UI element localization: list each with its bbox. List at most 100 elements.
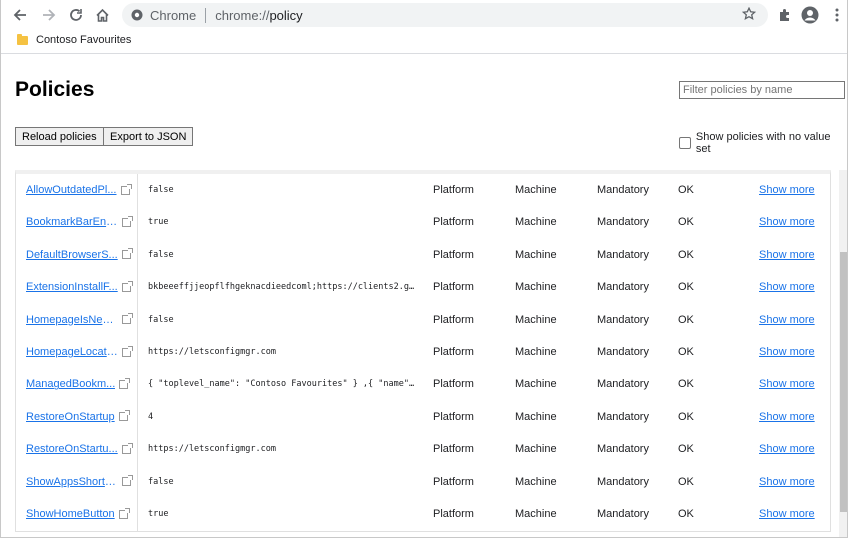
show-more-link[interactable]: Show more — [759, 508, 815, 520]
policy-value: bkbeeeffjjeopflfhgeknacdieedcoml;https:/… — [148, 282, 418, 293]
folder-icon — [17, 33, 28, 45]
policy-value-cell: https://letsconfigmgr.com — [148, 433, 418, 465]
show-no-value-label: Show policies with no value set — [695, 131, 831, 155]
show-more-link[interactable]: Show more — [759, 411, 815, 423]
bookmark-folder-contoso[interactable]: Contoso Favourites — [17, 33, 132, 46]
address-scheme: chrome:// — [215, 7, 270, 23]
bookmark-star-icon[interactable] — [741, 6, 757, 24]
external-link-icon[interactable] — [122, 215, 133, 227]
policy-row: ExtensionInstallF... bkbeeeffjjeopflfhgek… — [16, 271, 830, 303]
show-more-link[interactable]: Show more — [759, 216, 815, 228]
profile-button[interactable] — [799, 4, 821, 26]
policy-name-cell: ShowHomeButton — [26, 498, 138, 530]
policy-source: Platform — [433, 410, 474, 423]
browser-toolbar: Chrome chrome://policy — [1, 0, 847, 30]
policy-name-cell: ShowAppsShortc... — [26, 466, 138, 498]
policy-name-cell: DefaultBrowserS... — [26, 239, 138, 271]
export-json-button[interactable]: Export to JSON — [103, 127, 194, 146]
policy-name-link[interactable]: DefaultBrowserS... — [26, 249, 118, 261]
show-more-link[interactable]: Show more — [759, 314, 815, 326]
scrollbar[interactable] — [839, 170, 847, 537]
show-more-link[interactable]: Show more — [759, 346, 815, 358]
external-link-icon[interactable] — [121, 442, 133, 454]
policy-level: Mandatory — [597, 508, 649, 520]
reload-icon — [70, 9, 82, 21]
policy-level: Mandatory — [597, 281, 649, 294]
policy-status: OK — [678, 410, 694, 423]
policy-name-link[interactable]: RestoreOnStartup — [26, 411, 115, 423]
policy-scope: Machine — [515, 281, 557, 294]
policy-source: Platform — [433, 475, 474, 488]
policy-name-link[interactable]: HomepageLocati... — [26, 346, 118, 358]
forward-button[interactable] — [38, 4, 60, 26]
policy-level: Mandatory — [597, 248, 649, 261]
policy-name-cell: RestoreOnStartu... — [26, 433, 138, 465]
policy-row: HomepageLocati... https://letsconfigmgr.c… — [16, 336, 830, 368]
show-more-link[interactable]: Show more — [759, 443, 815, 455]
external-link-icon[interactable] — [122, 475, 133, 487]
policy-value-cell: 4 — [148, 401, 418, 433]
extensions-button[interactable] — [773, 4, 795, 26]
policy-value-cell: true — [148, 206, 418, 238]
external-link-icon[interactable] — [121, 248, 133, 260]
external-link-icon[interactable] — [120, 183, 132, 195]
reload-button[interactable] — [65, 4, 87, 26]
filter-input[interactable] — [679, 81, 845, 99]
policy-scope: Machine — [515, 475, 557, 488]
policy-row: RestoreOnStartu... https://letsconfigmgr.… — [16, 433, 830, 465]
policy-name-cell: HomepageLocati... — [26, 336, 138, 368]
policy-name-link[interactable]: ShowAppsShortc... — [26, 476, 118, 488]
policy-level: Mandatory — [597, 410, 649, 423]
policy-name-cell: ExtensionInstallF... — [26, 271, 138, 303]
show-more-link[interactable]: Show more — [759, 184, 815, 196]
policy-name-link[interactable]: HomepageIsNew... — [26, 314, 118, 326]
policy-name-link[interactable]: BookmarkBarEna... — [26, 216, 118, 228]
address-chrome-label: Chrome — [150, 7, 197, 23]
show-more-cell: Show more — [759, 433, 829, 465]
show-more-link[interactable]: Show more — [759, 476, 815, 488]
policy-name-link[interactable]: ShowHomeButton — [26, 508, 115, 520]
policy-row: HomepageIsNew... false Platform Machine Mand… — [16, 304, 830, 336]
reload-policies-button[interactable]: Reload policies — [15, 127, 104, 146]
external-link-icon[interactable] — [119, 377, 131, 389]
show-more-link[interactable]: Show more — [759, 378, 815, 390]
forward-arrow-icon — [43, 9, 56, 21]
policy-source: Platform — [433, 443, 474, 456]
policy-level: Mandatory — [597, 216, 649, 229]
external-link-icon[interactable] — [122, 313, 133, 325]
policy-name-link[interactable]: RestoreOnStartu... — [26, 443, 118, 455]
policy-name-link[interactable]: ManagedBookm... — [26, 378, 115, 390]
policy-name-link[interactable]: ExtensionInstallF... — [26, 281, 118, 293]
policy-value-cell: https://letsconfigmgr.com — [148, 336, 418, 368]
back-button[interactable] — [9, 4, 31, 26]
show-no-value-checkbox[interactable] — [679, 137, 691, 149]
policy-value-cell: false — [148, 174, 418, 206]
address-bar[interactable]: Chrome chrome://policy — [122, 3, 768, 27]
external-link-icon[interactable] — [121, 280, 133, 292]
external-link-icon[interactable] — [118, 410, 130, 422]
external-link-icon[interactable] — [122, 345, 133, 357]
address-path: policy — [269, 7, 303, 23]
home-button[interactable] — [91, 4, 113, 26]
policy-row: RestoreOnStartup 4 Platform Machine Mandator… — [16, 401, 830, 433]
policy-scope: Machine — [515, 508, 557, 520]
show-more-link[interactable]: Show more — [759, 249, 815, 261]
policy-status: OK — [678, 216, 694, 229]
policy-status: OK — [678, 346, 694, 358]
policy-table: AllowOutdatedPl... false Platform Machine Ma… — [15, 170, 831, 532]
bookmark-label: Contoso Favourites — [36, 34, 132, 46]
back-arrow-icon — [13, 9, 26, 21]
policy-value: true — [148, 217, 169, 228]
external-link-icon[interactable] — [118, 507, 130, 519]
show-more-link[interactable]: Show more — [759, 281, 815, 293]
chrome-icon — [131, 9, 143, 21]
menu-button[interactable] — [826, 4, 847, 26]
policy-value-cell: false — [148, 304, 418, 336]
policy-value: https://letsconfigmgr.com — [148, 444, 276, 455]
policy-status: OK — [678, 443, 694, 456]
show-more-cell: Show more — [759, 336, 829, 368]
show-no-value-toggle[interactable]: Show policies with no value set — [679, 131, 847, 155]
policy-name-cell: BookmarkBarEna... — [26, 206, 138, 238]
policy-name-link[interactable]: AllowOutdatedPl... — [26, 184, 117, 196]
scrollbar-thumb[interactable] — [840, 252, 847, 512]
